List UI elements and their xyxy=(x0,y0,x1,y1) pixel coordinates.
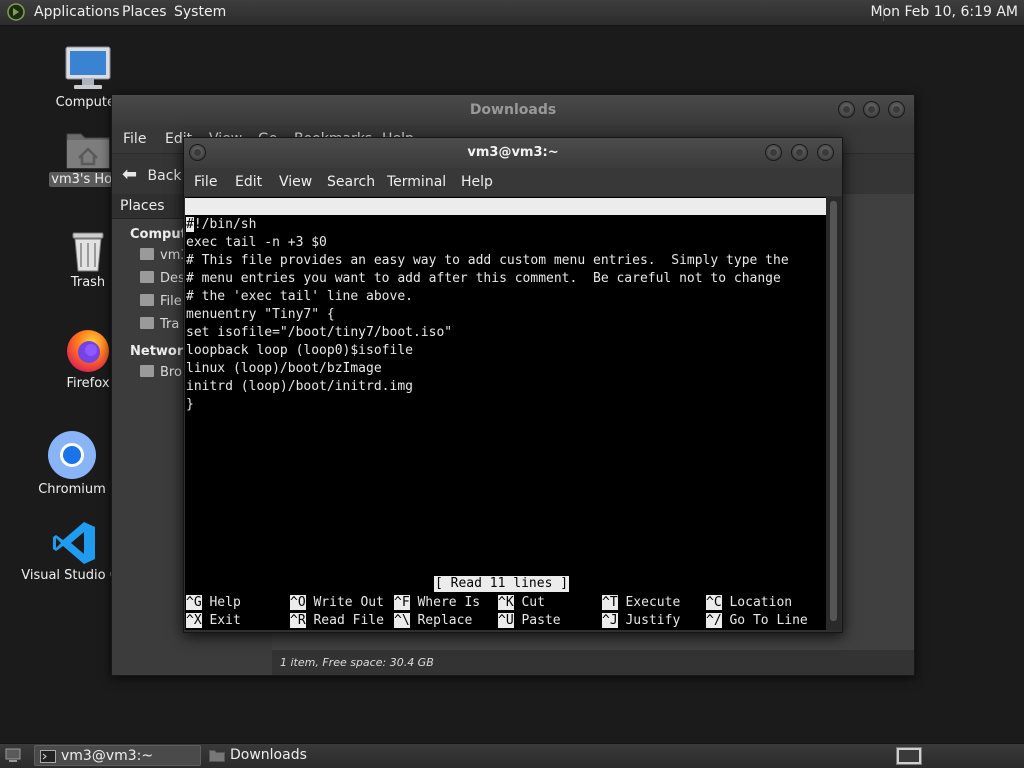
menu-help[interactable]: Help xyxy=(461,174,493,190)
shortcut-go-to-line[interactable]: ^/ Go To Line xyxy=(706,612,808,630)
desktop-icon-label: Trash xyxy=(70,275,106,290)
taskbar-label: Downloads xyxy=(230,747,307,763)
code-line: # the 'exec tail' line above. xyxy=(186,289,413,304)
menu-search[interactable]: Search xyxy=(327,174,375,190)
menu-system[interactable]: System xyxy=(174,4,226,20)
workspace-switcher-icon[interactable] xyxy=(896,747,922,765)
back-arrow-icon: ⬅ xyxy=(122,164,138,185)
folder-icon xyxy=(209,750,225,762)
menu-view[interactable]: View xyxy=(279,174,312,190)
code-line: set isofile="/boot/tiny7/boot.iso" xyxy=(186,325,453,340)
home-folder-icon xyxy=(66,133,110,169)
taskbar-terminal[interactable]: vm3@vm3:~ xyxy=(34,745,201,766)
terminal-menubar: File Edit View Search Terminal Help xyxy=(184,168,842,196)
code-line: # menu entries you want to add after thi… xyxy=(186,271,781,286)
shortcut-justify[interactable]: ^J Justify xyxy=(602,612,680,630)
code-line: loopback loop (loop0)$isofile xyxy=(186,343,413,358)
code-line: exec tail -n +3 $0 xyxy=(186,235,327,250)
text-cursor: # xyxy=(186,217,194,232)
gnome-foot-icon[interactable] xyxy=(7,3,25,21)
desktop-icon-chromium[interactable]: Chromium xyxy=(32,430,112,497)
code-line: # This file provides an easy way to add … xyxy=(186,253,789,268)
shortcut-read-file[interactable]: ^R Read File xyxy=(290,612,384,630)
computer-icon xyxy=(65,46,111,89)
code-line: linux (loop)/boot/bzImage xyxy=(186,361,382,376)
back-button[interactable]: ⬅ Back xyxy=(122,164,182,185)
top-panel: Applications Places System Mon Feb 10, 6… xyxy=(0,0,1024,26)
shortcut-help[interactable]: ^G Help xyxy=(186,594,241,612)
shortcut-paste[interactable]: ^U Paste xyxy=(498,612,561,630)
shortcut-execute[interactable]: ^T Execute xyxy=(602,594,680,612)
menu-terminal[interactable]: Terminal xyxy=(387,174,446,190)
firefox-icon xyxy=(67,330,109,372)
terminal-scrollbar[interactable] xyxy=(826,197,841,630)
menu-file[interactable]: File xyxy=(194,174,217,190)
trash-icon xyxy=(140,317,154,329)
minimize-button[interactable] xyxy=(838,101,855,118)
taskbar-label: vm3@vm3:~ xyxy=(61,748,154,764)
close-button[interactable] xyxy=(817,144,834,161)
clock[interactable]: Mon Feb 10, 6:19 AM xyxy=(871,4,1018,20)
maximize-button[interactable] xyxy=(863,101,880,118)
nano-title-bar: GNU nano 8.3 /etc/grub.d/40_custom xyxy=(185,198,826,248)
menu-file[interactable]: File xyxy=(123,131,146,147)
desktop-icon-label: Firefox xyxy=(66,376,110,391)
terminal-icon xyxy=(40,750,56,763)
drive-icon xyxy=(140,294,154,306)
terminal-title: vm3@vm3:~ xyxy=(467,145,559,160)
code-line: initrd (loop)/boot/initrd.img xyxy=(186,379,413,394)
shortcut-replace[interactable]: ^\ Replace xyxy=(394,612,472,630)
trash-icon xyxy=(72,232,104,272)
shortcut-exit[interactable]: ^X Exit xyxy=(186,612,241,630)
bottom-panel: vm3@vm3:~ Downloads xyxy=(0,743,1024,768)
network-icon xyxy=(140,365,154,377)
desktop-icon-label: Chromium xyxy=(38,482,106,497)
shortcut-cut[interactable]: ^K Cut xyxy=(498,594,545,612)
maximize-button[interactable] xyxy=(791,144,808,161)
code-line: } xyxy=(186,397,194,412)
shortcut-write-out[interactable]: ^O Write Out xyxy=(290,594,384,612)
code-line: #!/bin/sh xyxy=(186,216,256,234)
minimize-button[interactable] xyxy=(765,144,782,161)
code-line: menuentry "Tiny7" { xyxy=(186,307,335,322)
menu-edit[interactable]: Edit xyxy=(235,174,262,190)
file-manager-statusbar: 1 item, Free space: 30.4 GB xyxy=(272,650,914,675)
menu-places[interactable]: Places xyxy=(122,4,167,20)
vscode-icon xyxy=(53,522,95,564)
home-icon xyxy=(140,248,154,260)
code-line-rest: !/bin/sh xyxy=(193,217,257,232)
terminal-screen[interactable]: GNU nano 8.3 /etc/grub.d/40_custom #!/bi… xyxy=(185,197,826,630)
shortcut-where-is[interactable]: ^F Where Is xyxy=(394,594,480,612)
desktop-icon xyxy=(140,271,154,283)
taskbar-downloads[interactable]: Downloads xyxy=(204,745,354,766)
terminal-window[interactable]: vm3@vm3:~ File Edit View Search Terminal… xyxy=(183,137,843,633)
back-label: Back xyxy=(147,168,182,184)
show-desktop-icon[interactable] xyxy=(5,748,21,763)
menu-applications[interactable]: Applications xyxy=(34,4,120,20)
close-button[interactable] xyxy=(888,101,905,118)
shortcut-location[interactable]: ^C Location xyxy=(706,594,792,612)
nano-status-message: [ Read 11 lines ] xyxy=(434,576,570,592)
file-manager-titlebar[interactable]: Downloads xyxy=(112,95,914,125)
scrollbar-thumb[interactable] xyxy=(830,201,837,621)
chromium-icon xyxy=(48,431,96,479)
nano-filename: /etc/grub.d/40_custom xyxy=(435,233,600,248)
file-manager-title: Downloads xyxy=(469,102,557,118)
terminal-titlebar[interactable]: vm3@vm3:~ xyxy=(184,138,842,168)
